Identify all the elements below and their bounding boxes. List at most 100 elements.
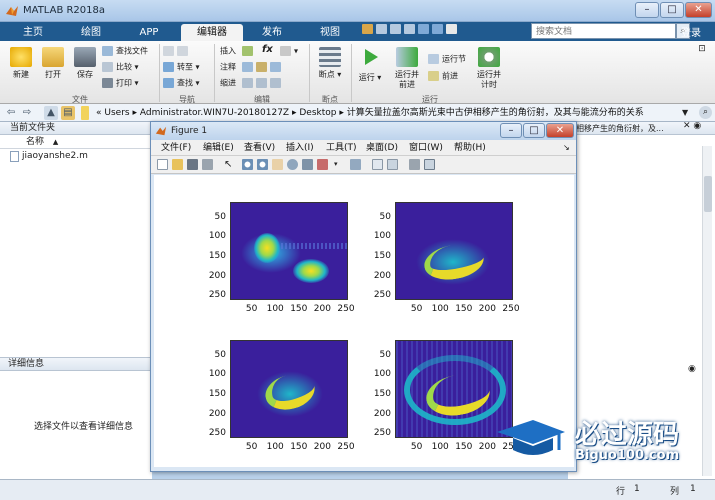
zoom-out-icon[interactable] <box>257 159 268 170</box>
breakpoints-button[interactable]: 断点 ▾ <box>313 47 347 80</box>
ribbon-collapse-icon[interactable]: ⊡ <box>696 44 708 56</box>
menu-dock-icon[interactable]: ↘ <box>563 141 570 155</box>
find-button[interactable]: 查找 ▾ <box>163 78 200 89</box>
forward-arrow-icon[interactable]: ⇨ <box>20 106 34 120</box>
y-tick-label: 200 <box>373 408 391 419</box>
indent-icon <box>241 78 253 88</box>
save-button[interactable]: 保存 <box>70 47 100 80</box>
zoom-in-icon[interactable] <box>242 159 253 170</box>
name-column-header[interactable]: 名称 <box>26 137 44 147</box>
path-segment-users[interactable]: Users <box>104 108 129 118</box>
select-arrow-icon[interactable]: ↖ <box>224 159 233 170</box>
path-overflow[interactable]: « <box>96 108 102 118</box>
browse-folder-icon[interactable]: ▤ <box>61 106 75 120</box>
run-section-button[interactable]: 运行节 <box>428 54 466 65</box>
colorbar-icon[interactable] <box>372 159 383 170</box>
legend-icon[interactable] <box>387 159 398 170</box>
figure-minimize-button[interactable]: – <box>500 123 522 138</box>
details-collapse-icon[interactable]: ◉ <box>688 364 696 374</box>
maximize-button[interactable]: □ <box>660 2 684 18</box>
goto-button[interactable]: 转至 ▾ <box>163 62 200 73</box>
figure-close-button[interactable]: ✕ <box>546 123 574 138</box>
comment-button[interactable]: 注释 <box>220 62 284 73</box>
cut-quick-icon[interactable] <box>376 24 387 34</box>
menu-insert[interactable]: 插入(I) <box>286 141 314 155</box>
back-arrow-icon[interactable]: ⇦ <box>4 106 18 120</box>
link-plot-icon[interactable] <box>350 159 361 170</box>
brush-icon[interactable] <box>317 159 328 170</box>
y-tick-label: 50 <box>379 211 391 222</box>
edit-extra-button[interactable]: ▾ <box>280 46 298 57</box>
compare-button[interactable]: 比较 ▾ <box>102 62 139 73</box>
menu-help[interactable]: 帮助(H) <box>454 141 486 155</box>
up-folder-icon[interactable]: ▲ <box>44 106 58 120</box>
indent-button[interactable]: 缩进 <box>220 78 284 89</box>
save-quick-icon[interactable] <box>362 24 373 34</box>
path-dropdown-icon[interactable]: ▼ <box>682 108 688 117</box>
show-plot-tools-icon[interactable] <box>424 159 435 170</box>
tab-publish[interactable]: 发布 <box>247 24 297 41</box>
stopwatch-icon <box>478 47 500 67</box>
insert-button[interactable]: 插入 <box>220 46 256 57</box>
menu-tools[interactable]: 工具(T) <box>326 141 357 155</box>
figure-maximize-button[interactable]: □ <box>523 123 545 138</box>
path-segment-admin[interactable]: Administrator.WIN7U-20180127Z <box>140 108 289 118</box>
run-button[interactable]: 运行 ▾ <box>355 47 385 83</box>
menu-desktop[interactable]: 桌面(D) <box>366 141 398 155</box>
nav-up-button[interactable] <box>163 46 191 57</box>
minimize-button[interactable]: – <box>635 2 659 18</box>
find-files-button[interactable]: 查找文件 <box>102 46 148 57</box>
menu-file[interactable]: 文件(F) <box>161 141 191 155</box>
run-and-advance-button[interactable]: 运行并 前进 <box>390 47 424 90</box>
run-and-time-button[interactable]: 运行并 计时 <box>472 47 506 90</box>
close-button[interactable]: ✕ <box>685 2 712 18</box>
file-name[interactable]: jiaoyanshe2.m <box>22 151 88 161</box>
tab-home[interactable]: 主页 <box>8 24 58 41</box>
print-button[interactable]: 打印 ▾ <box>102 78 139 89</box>
x-tick-label: 150 <box>455 442 473 452</box>
indent-icon-2 <box>255 78 267 88</box>
new-figure-icon[interactable] <box>157 159 168 170</box>
data-cursor-icon[interactable] <box>302 159 313 170</box>
rotate-3d-icon[interactable] <box>287 159 298 170</box>
path-segment-desktop[interactable]: Desktop <box>299 108 336 118</box>
tab-view[interactable]: 视图 <box>304 24 356 41</box>
tab-apps[interactable]: APP <box>122 24 176 41</box>
list-item[interactable]: jiaoyanshe2.m <box>0 149 151 163</box>
help-quick-icon[interactable] <box>446 24 457 34</box>
undo-quick-icon[interactable] <box>418 24 429 34</box>
menu-edit[interactable]: 编辑(E) <box>203 141 234 155</box>
copy-quick-icon[interactable] <box>390 24 401 34</box>
print-figure-icon[interactable] <box>202 159 213 170</box>
menu-view[interactable]: 查看(V) <box>244 141 275 155</box>
paste-quick-icon[interactable] <box>404 24 415 34</box>
tab-editor[interactable]: 编辑器 <box>181 24 243 41</box>
x-tick-label: 50 <box>410 442 423 452</box>
find-label: 查找 <box>177 78 193 88</box>
graduation-cap-icon <box>497 420 565 455</box>
fx-button[interactable]: fx <box>262 45 273 55</box>
hide-plot-tools-icon[interactable] <box>409 159 420 170</box>
scroll-thumb[interactable] <box>704 176 712 212</box>
tab-plots[interactable]: 绘图 <box>65 24 117 41</box>
login-link[interactable]: 登录 <box>681 24 701 39</box>
subplot-2[interactable] <box>395 202 513 300</box>
advance-button[interactable]: 前进 <box>428 71 458 82</box>
subplot-1[interactable] <box>230 202 348 300</box>
file-list-header[interactable]: 名称 ▲ <box>0 135 151 149</box>
redo-quick-icon[interactable] <box>432 24 443 34</box>
menu-window[interactable]: 窗口(W) <box>409 141 443 155</box>
new-button[interactable]: 新建 <box>6 47 36 80</box>
open-button[interactable]: 打开 <box>38 47 68 80</box>
x-tick-label: 250 <box>337 442 355 452</box>
search-folder-icon[interactable]: ⌕ <box>699 106 712 119</box>
open-file-icon[interactable] <box>172 159 183 170</box>
path-segment-folder[interactable]: 计算矢量拉盖尔高斯光束中古伊相移产生的角衍射，及其与能流分布的关系 <box>347 108 644 118</box>
pan-hand-icon[interactable] <box>272 159 283 170</box>
panel-close-icon[interactable]: ✕ ◉ <box>683 121 701 131</box>
subplot-3[interactable] <box>230 340 348 438</box>
current-path[interactable]: « Users ▸ Administrator.WIN7U-20180127Z … <box>96 104 644 122</box>
search-docs-input[interactable] <box>531 23 676 39</box>
brush-dropdown-icon[interactable]: ▾ <box>334 159 340 170</box>
save-figure-icon[interactable] <box>187 159 198 170</box>
